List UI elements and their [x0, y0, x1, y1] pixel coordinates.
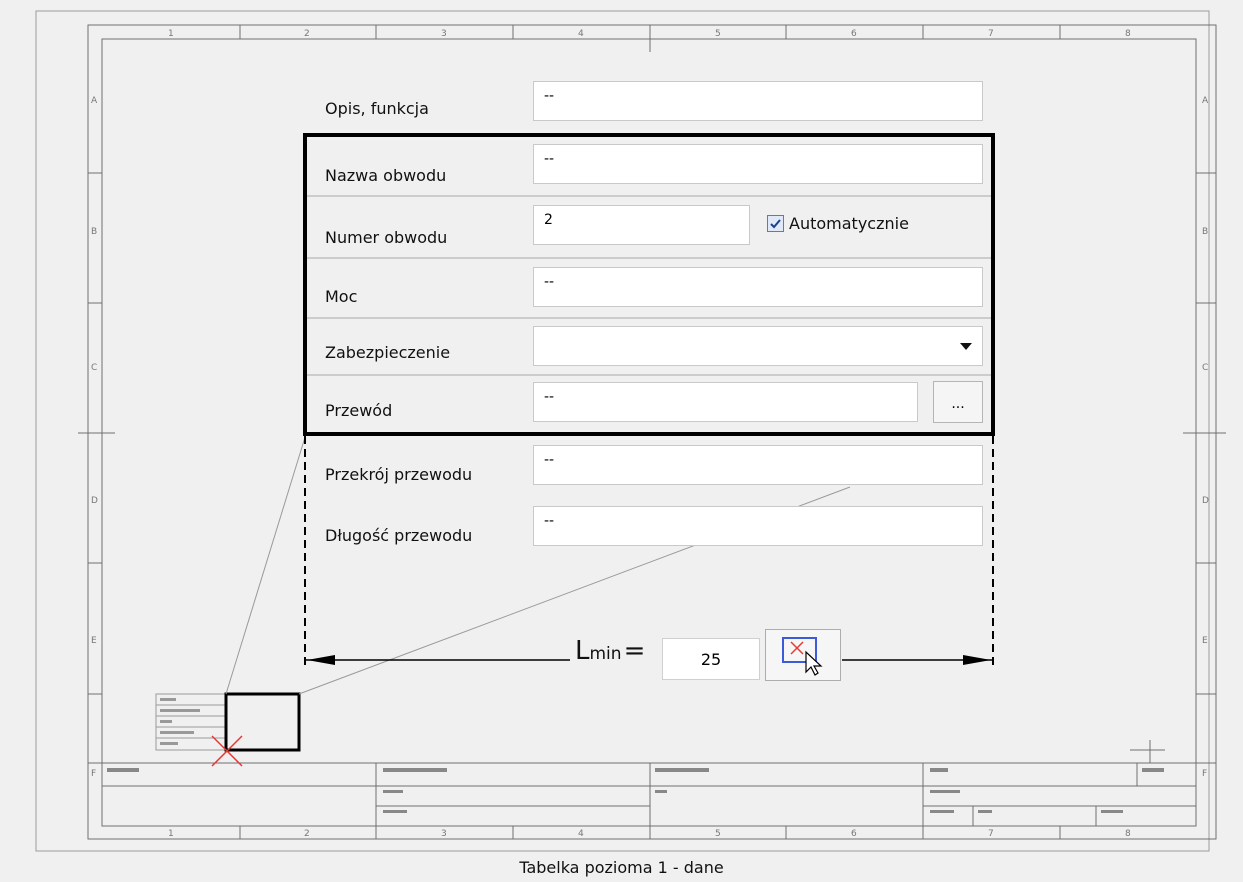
svg-text:3: 3 [441, 829, 447, 839]
label-dlugosc: Długość przewodu [325, 526, 473, 545]
pick-cursor-icon [782, 637, 823, 676]
svg-text:E: E [91, 636, 97, 646]
nazwa-input[interactable]: -- [533, 144, 983, 184]
dlugosc-input[interactable]: -- [533, 506, 983, 546]
svg-text:B: B [91, 227, 97, 237]
label-przekroj: Przekrój przewodu [325, 465, 473, 484]
svg-text:6: 6 [851, 29, 857, 39]
label-nazwa: Nazwa obwodu [325, 166, 447, 185]
lmin-main: L [575, 636, 590, 666]
auto-checkbox[interactable]: Automatycznie [767, 214, 909, 233]
svg-text:2: 2 [304, 29, 310, 39]
svg-text:E: E [1202, 636, 1208, 646]
label-przewod: Przewód [325, 401, 393, 420]
caption: Tabelka pozioma 1 - dane [519, 858, 724, 877]
lmin-equals: = [623, 636, 646, 666]
pick-length-button[interactable] [765, 629, 841, 681]
label-moc: Moc [325, 287, 358, 306]
svg-text:C: C [1202, 363, 1208, 373]
svg-text:A: A [1202, 96, 1209, 106]
svg-text:7: 7 [988, 829, 994, 839]
przekroj-input[interactable]: -- [533, 445, 983, 485]
lmin-label: Lmin= [575, 636, 645, 666]
label-opis: Opis, funkcja [325, 99, 429, 118]
numer-input[interactable]: 2 [533, 205, 750, 245]
zabezpieczenie-select[interactable] [533, 326, 983, 366]
svg-text:D: D [91, 496, 98, 506]
svg-text:F: F [1202, 769, 1207, 779]
opis-input[interactable]: -- [533, 81, 983, 121]
drawing-sheet: 1 2 3 4 5 6 7 8 1 2 3 4 5 6 7 8 A B C D E F A B C D E F [35, 10, 1226, 852]
svg-text:6: 6 [851, 829, 857, 839]
svg-text:F: F [91, 769, 96, 779]
svg-text:A: A [91, 96, 98, 106]
svg-text:3: 3 [441, 29, 447, 39]
lmin-sub: min [589, 644, 622, 664]
svg-text:5: 5 [715, 29, 721, 39]
browse-button[interactable]: ... [933, 381, 983, 423]
label-numer: Numer obwodu [325, 228, 448, 247]
przewod-input[interactable]: -- [533, 382, 918, 422]
svg-text:D: D [1202, 496, 1209, 506]
svg-text:2: 2 [304, 829, 310, 839]
svg-text:B: B [1202, 227, 1208, 237]
svg-text:4: 4 [578, 829, 584, 839]
checkbox-check-icon[interactable] [767, 215, 784, 232]
svg-text:4: 4 [578, 29, 584, 39]
chevron-down-icon[interactable] [960, 343, 972, 350]
svg-text:8: 8 [1125, 829, 1131, 839]
lmin-input[interactable]: 25 [662, 638, 760, 680]
svg-text:C: C [91, 363, 97, 373]
svg-text:1: 1 [168, 29, 174, 39]
svg-text:1: 1 [168, 829, 174, 839]
svg-text:8: 8 [1125, 29, 1131, 39]
label-zabezpieczenie: Zabezpieczenie [325, 343, 451, 362]
svg-text:5: 5 [715, 829, 721, 839]
auto-checkbox-label: Automatycznie [789, 214, 909, 233]
svg-text:7: 7 [988, 29, 994, 39]
moc-input[interactable]: -- [533, 267, 983, 307]
